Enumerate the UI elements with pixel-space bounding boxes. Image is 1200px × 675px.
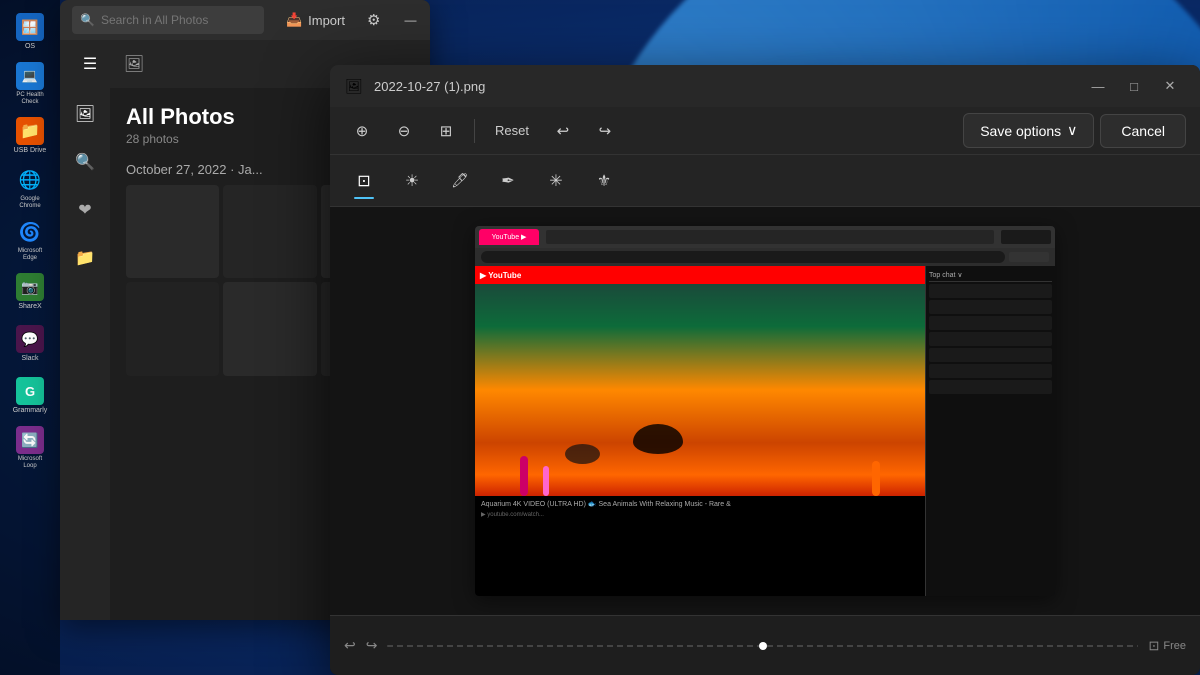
fit-view-icon: ⊞ (440, 122, 453, 140)
brightness-icon: ☀ (405, 171, 419, 191)
editor-filename: 2022-10-27 (1).png (374, 79, 1072, 94)
editor-canvas: YouTube ▶ ▶ YouTube (330, 207, 1200, 615)
sidebar-folders-icon[interactable]: 📁 (67, 240, 103, 276)
taskbar-icon-grammarly[interactable]: G Grammarly (8, 374, 52, 418)
taskbar-icon-edge[interactable]: 🌀 MicrosoftEdge (8, 218, 52, 262)
taskbar-icon-sharex[interactable]: 📷 ShareX (8, 270, 52, 314)
editor-close-button[interactable]: ✕ (1154, 72, 1186, 100)
youtube-screenshot: YouTube ▶ ▶ YouTube (475, 226, 1055, 596)
photos-search-bar[interactable]: 🔍 (72, 6, 264, 34)
screenshot-preview: YouTube ▶ ▶ YouTube (475, 226, 1055, 596)
cancel-button[interactable]: Cancel (1100, 114, 1186, 148)
editor-minimize-button[interactable]: — (1082, 72, 1114, 100)
brightness-tool-button[interactable]: ☀ (392, 161, 432, 201)
taskbar-icon-usb[interactable]: 📁 USB Drive (8, 114, 52, 158)
photos-minimize-button[interactable]: — (396, 6, 424, 34)
taskbar-icon-pchealth[interactable]: 💻 PC HealthCheck (8, 62, 52, 106)
pen-tool-button[interactable]: ✒ (488, 161, 528, 201)
filmstrip-thumb[interactable] (759, 642, 767, 650)
taskbar-icon-chrome[interactable]: 🌐 GoogleChrome (8, 166, 52, 210)
editor-titlebar: 🖼 2022-10-27 (1).png — □ ✕ (330, 65, 1200, 107)
chevron-down-icon: ∨ (1067, 122, 1077, 139)
editor-win-controls: — □ ✕ (1082, 72, 1186, 100)
sidebar-photos-icon[interactable]: 🖼 (67, 96, 103, 132)
photos-maximize-button[interactable]: □ (428, 6, 430, 34)
photo-thumb-1[interactable] (126, 185, 219, 278)
sidebar-favorites-icon[interactable]: ❤ (67, 192, 103, 228)
undo-icon: ↩ (557, 122, 570, 140)
pen-icon: ✒ (501, 171, 514, 191)
photo-thumb-5[interactable] (223, 282, 316, 375)
editor-window: 🖼 2022-10-27 (1).png — □ ✕ ⊕ ⊖ ⊞ Reset ↩… (330, 65, 1200, 675)
photos-win-controls: — □ ✕ (396, 6, 430, 34)
zoom-in-icon: ⊕ (356, 122, 369, 140)
filmstrip-label: Free (1163, 640, 1186, 652)
taskbar-icon-os[interactable]: 🪟 OS (8, 10, 52, 54)
editor-filmstrip: ↩ ↪ ⊡ Free (330, 615, 1200, 675)
photos-collection-icon[interactable]: 🖼 (116, 46, 152, 82)
filmstrip-label-area: ⊡ Free (1148, 638, 1186, 654)
photos-search-input[interactable] (101, 13, 256, 27)
zoom-in-button[interactable]: ⊕ (344, 114, 380, 148)
redo-icon: ↪ (599, 122, 612, 140)
editor-app-icon: 🖼 (344, 76, 364, 96)
filmstrip-icon-label: ⊡ (1148, 638, 1159, 654)
filmstrip-redo-icon[interactable]: ↪ (366, 637, 378, 654)
photos-settings-button[interactable]: ⚙ (367, 3, 380, 37)
toolbar-divider-1 (474, 119, 475, 143)
more-icon: ⚜ (597, 171, 611, 191)
editor-maximize-button[interactable]: □ (1118, 72, 1150, 100)
taskbar-left: 🪟 OS 💻 PC HealthCheck 📁 USB Drive 🌐 Goog… (0, 0, 60, 675)
effects-icon: ✳ (549, 171, 562, 191)
save-options-button[interactable]: Save options ∨ (963, 113, 1094, 148)
eraser-tool-button[interactable]: 🖊 (440, 161, 480, 201)
photos-sidebar: 🖼 🔍 ❤ 📁 (60, 88, 110, 620)
more-tools-button[interactable]: ⚜ (584, 161, 624, 201)
undo-button[interactable]: ↩ (545, 114, 581, 148)
settings-icon: ⚙ (367, 11, 380, 29)
photo-thumb-2[interactable] (223, 185, 316, 278)
editor-secondary-toolbar: ⊡ ☀ 🖊 ✒ ✳ ⚜ (330, 155, 1200, 207)
photos-menu-icon[interactable]: ☰ (72, 46, 108, 82)
import-icon: 📥 (286, 12, 302, 28)
crop-icon: ⊡ (357, 171, 370, 191)
crop-tool-button[interactable]: ⊡ (344, 161, 384, 201)
editor-top-toolbar: ⊕ ⊖ ⊞ Reset ↩ ↪ Save options ∨ Cancel (330, 107, 1200, 155)
effects-tool-button[interactable]: ✳ (536, 161, 576, 201)
sidebar-search-icon[interactable]: 🔍 (67, 144, 103, 180)
search-icon: 🔍 (80, 13, 95, 27)
taskbar-icon-slack[interactable]: 💬 Slack (8, 322, 52, 366)
photos-titlebar: 🔍 📥 Import ⚙ — □ ✕ (60, 0, 430, 40)
redo-button[interactable]: ↪ (587, 114, 623, 148)
photos-import-button[interactable]: 📥 Import (272, 6, 359, 34)
zoom-out-button[interactable]: ⊖ (386, 114, 422, 148)
filmstrip-undo-icon[interactable]: ↩ (344, 637, 356, 654)
taskbar-icon-loop[interactable]: 🔄 MicrosoftLoop (8, 426, 52, 470)
reset-button[interactable]: Reset (485, 114, 539, 148)
photo-thumb-4[interactable] (126, 282, 219, 375)
filmstrip-timeline[interactable] (387, 645, 1138, 647)
fit-view-button[interactable]: ⊞ (428, 114, 464, 148)
zoom-out-icon: ⊖ (398, 122, 411, 140)
eraser-icon: 🖊 (451, 172, 469, 189)
